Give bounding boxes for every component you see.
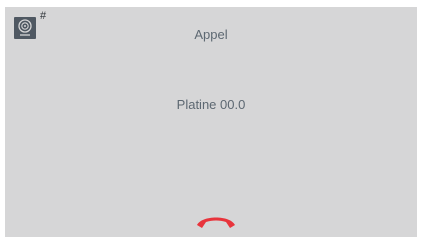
call-status-text: Platine 00.0 xyxy=(176,97,246,112)
hash-label: # xyxy=(40,10,47,22)
intercom-call-screen: # Appel Platine 00.0 xyxy=(5,7,417,237)
hang-up-phone-icon xyxy=(197,217,235,228)
hang-up-button[interactable] xyxy=(194,212,238,230)
page-title: Appel xyxy=(194,27,228,42)
